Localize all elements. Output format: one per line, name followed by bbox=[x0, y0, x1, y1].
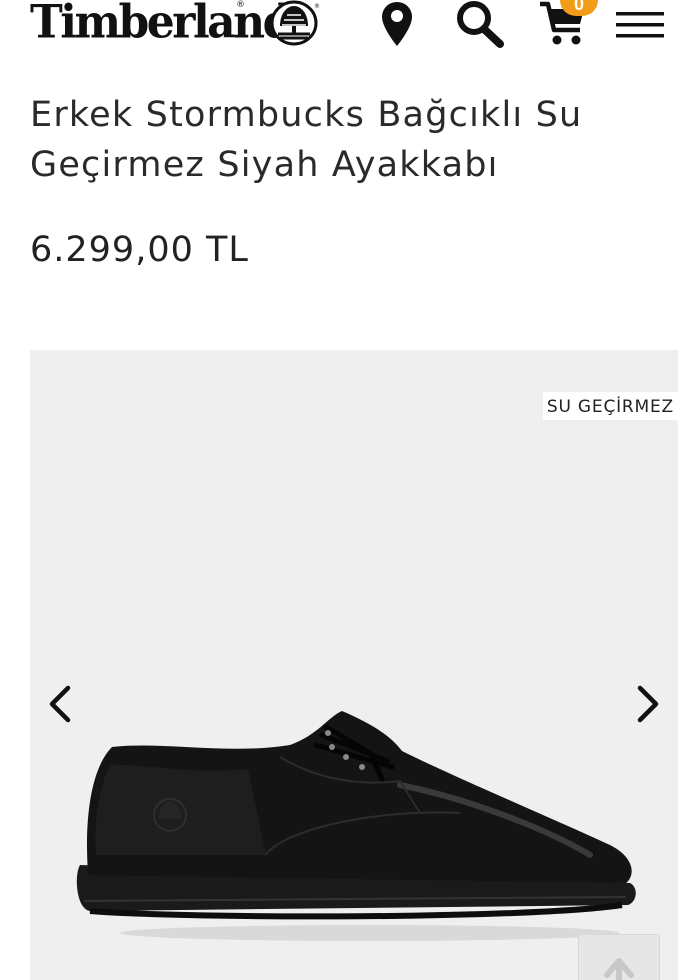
registered-mark: ® bbox=[236, 0, 245, 10]
scroll-to-top-button[interactable] bbox=[578, 934, 660, 980]
arrow-up-icon bbox=[604, 958, 634, 980]
waterproof-badge: SU GEÇİRMEZ bbox=[542, 392, 678, 420]
product-image-gallery[interactable]: SU GEÇİRMEZ bbox=[30, 350, 678, 980]
location-pin-icon[interactable] bbox=[380, 0, 414, 48]
svg-text:®: ® bbox=[314, 3, 320, 10]
logo-wordmark: Timberland bbox=[30, 0, 293, 50]
search-icon[interactable] bbox=[454, 0, 504, 48]
tree-logo-icon: ® bbox=[270, 0, 320, 46]
product-title: Erkek Stormbucks Bağcıklı Su Geçirmez Si… bbox=[30, 95, 583, 185]
site-header: Timberland ® ® 0 bbox=[0, 0, 700, 62]
timberland-logo[interactable]: Timberland ® ® bbox=[30, 0, 320, 50]
product-price: 6.299,00 TL bbox=[30, 230, 249, 270]
product-shoe-image bbox=[76, 711, 636, 941]
hamburger-menu-icon[interactable] bbox=[614, 6, 666, 46]
